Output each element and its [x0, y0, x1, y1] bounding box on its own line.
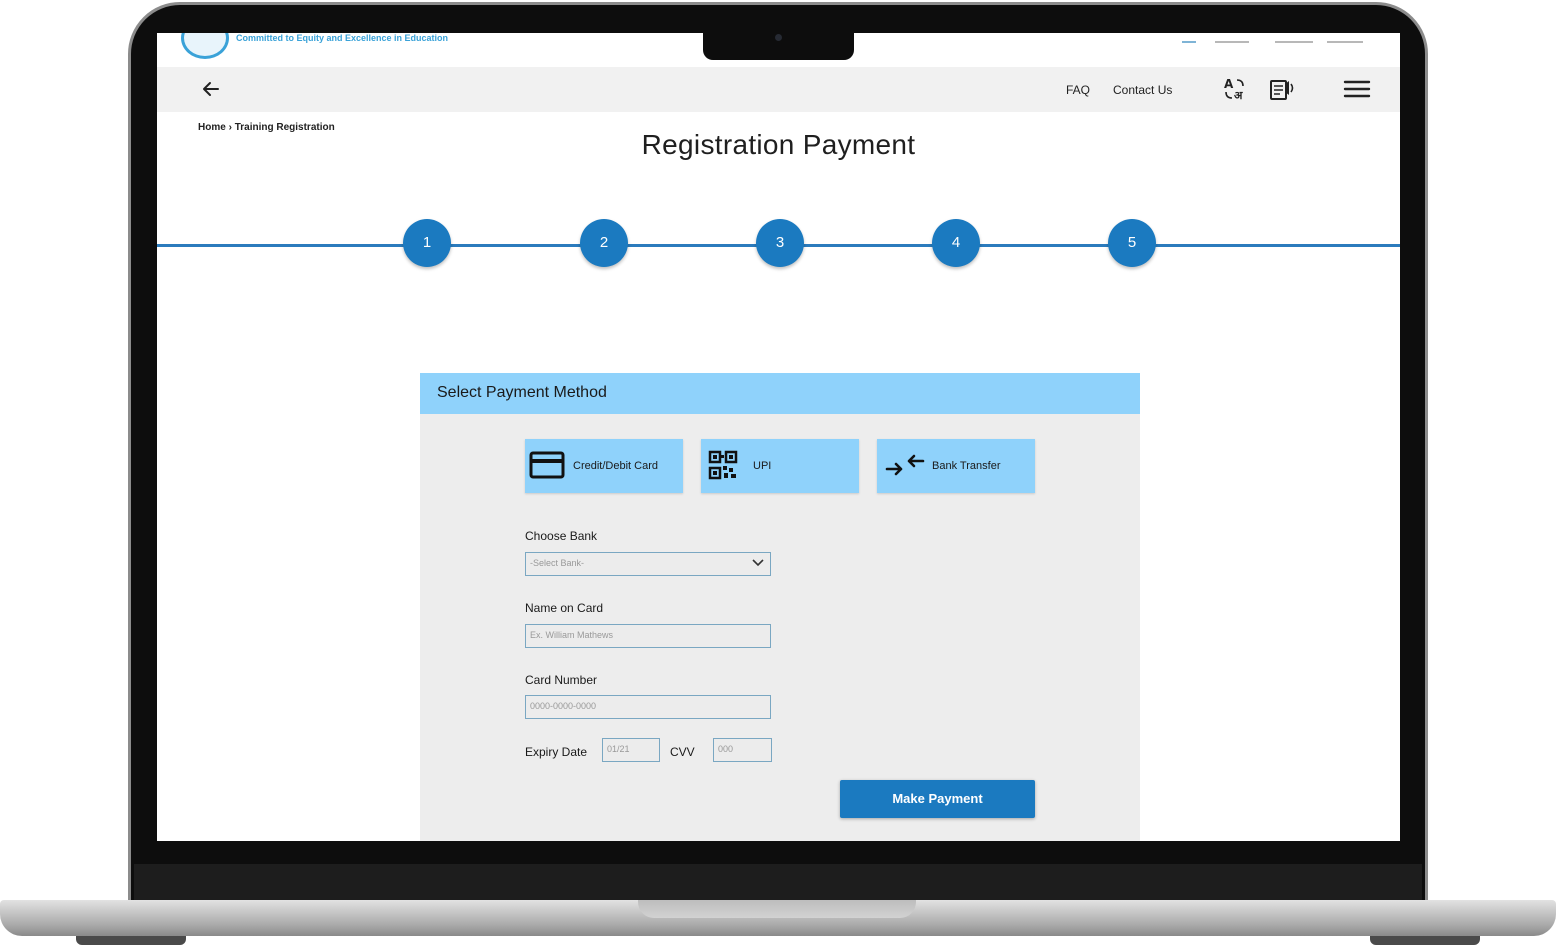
chevron-down-icon — [752, 559, 764, 567]
card-number-label: Card Number — [525, 673, 598, 687]
laptop-opening-notch — [638, 900, 916, 918]
name-on-card-label: Name on Card — [525, 601, 604, 615]
text-to-speech-icon[interactable] — [1268, 75, 1296, 103]
back-arrow-icon[interactable] — [199, 77, 223, 101]
screen: Committed to Equity and Excellence in Ed… — [157, 33, 1400, 841]
payment-panel: Select Payment Method Credit/Debit Card — [420, 373, 1140, 841]
partner-logo-icon — [1215, 33, 1249, 43]
cvv-label: CVV — [670, 745, 695, 759]
expiry-date-input[interactable]: 01/21 — [602, 738, 660, 762]
camera-notch — [703, 28, 854, 60]
partner-logo-icon — [1327, 33, 1363, 43]
svg-text:अ: अ — [1234, 89, 1243, 102]
credit-card-icon — [529, 451, 565, 479]
step-3[interactable]: 3 — [756, 219, 804, 267]
tagline: Committed to Equity and Excellence in Ed… — [236, 33, 449, 43]
choose-bank-label: Choose Bank — [525, 529, 598, 543]
step-4[interactable]: 4 — [932, 219, 980, 267]
translate-icon[interactable]: A अ — [1221, 75, 1249, 103]
bank-select-value: -Select Bank- — [530, 558, 585, 568]
expiry-date-label: Expiry Date — [525, 745, 588, 759]
step-5[interactable]: 5 — [1108, 219, 1156, 267]
bank-transfer-label: Bank Transfer — [932, 460, 1001, 472]
credit-debit-card-option[interactable]: Credit/Debit Card — [525, 439, 683, 493]
qr-code-icon — [708, 450, 738, 480]
laptop-foot-left — [76, 936, 186, 945]
payment-panel-header: Select Payment Method — [420, 373, 1140, 414]
credit-debit-card-label: Credit/Debit Card — [573, 460, 658, 472]
hamburger-menu-icon[interactable] — [1343, 75, 1371, 103]
svg-text:A: A — [1224, 77, 1234, 91]
bank-select[interactable]: -Select Bank- — [525, 552, 771, 576]
laptop-bezel — [134, 864, 1422, 902]
card-number-input[interactable]: 0000-0000-0000 — [525, 695, 771, 719]
upi-label: UPI — [753, 460, 772, 472]
cvv-input[interactable]: 000 — [713, 738, 772, 762]
camera-icon — [775, 34, 782, 41]
name-on-card-input[interactable]: Ex. William Mathews — [525, 624, 771, 648]
laptop-foot-right — [1370, 936, 1480, 945]
bank-transfer-option[interactable]: Bank Transfer — [877, 439, 1035, 493]
transfer-arrows-icon — [885, 454, 925, 476]
payment-section-title: Select Payment Method — [437, 384, 607, 401]
partner-logo-icon — [1275, 33, 1313, 43]
upi-option[interactable]: UPI — [701, 439, 859, 493]
top-nav-bar: FAQ Contact Us A अ — [157, 67, 1400, 112]
page-title: Registration Payment — [641, 129, 916, 160]
step-2[interactable]: 2 — [580, 219, 628, 267]
faq-link[interactable]: FAQ — [1066, 83, 1090, 97]
step-1[interactable]: 1 — [403, 219, 451, 267]
organization-emblem-icon — [181, 33, 229, 59]
partner-logo-icon — [1182, 33, 1196, 43]
contact-us-link[interactable]: Contact Us — [1113, 83, 1172, 97]
make-payment-button[interactable]: Make Payment — [840, 780, 1035, 818]
